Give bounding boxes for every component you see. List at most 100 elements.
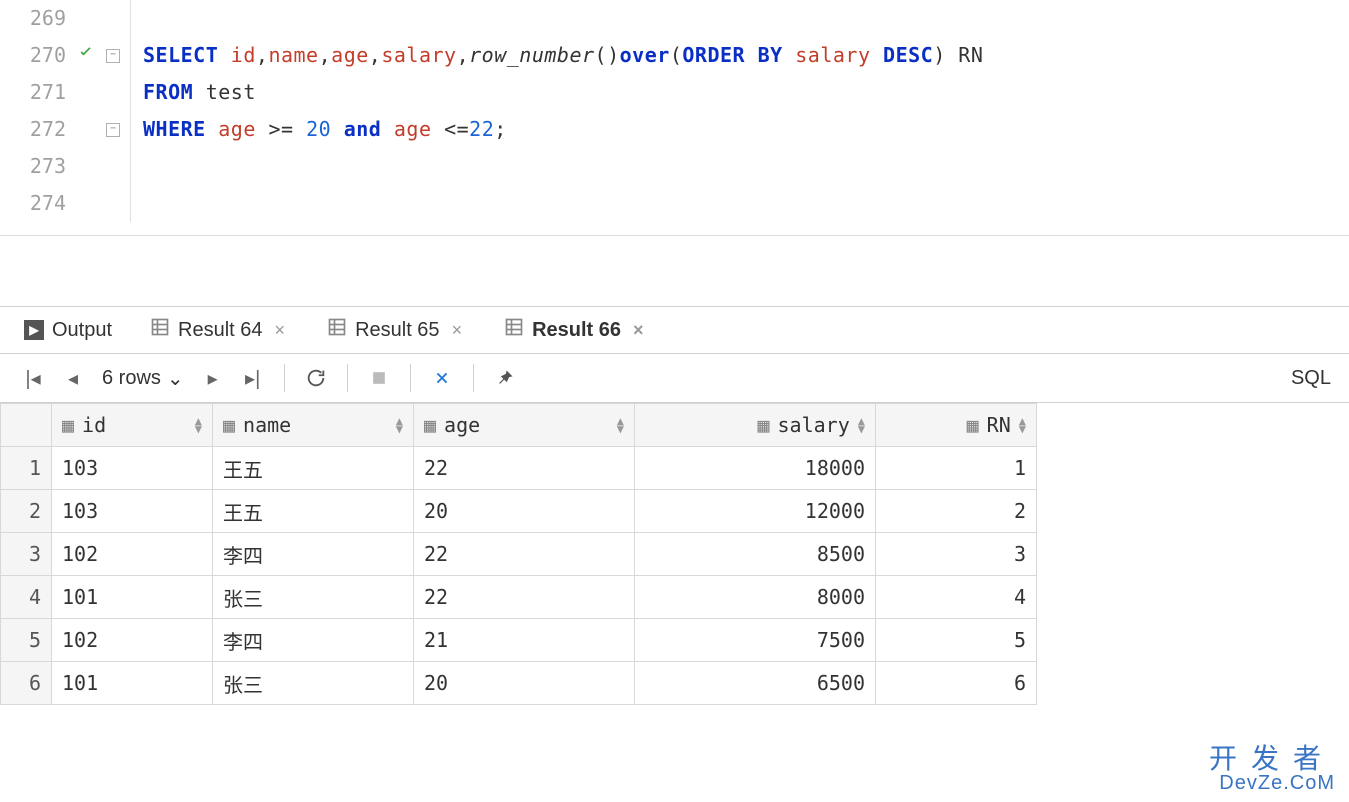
sort-icon[interactable]: ▲▼ (195, 417, 202, 433)
column-header-rn[interactable]: ▦RN ▲▼ (876, 404, 1037, 447)
cell-id[interactable]: 102 (52, 619, 213, 662)
cell-salary[interactable]: 8500 (635, 533, 876, 576)
cell-name[interactable]: 李四 (213, 533, 414, 576)
line-number: 269 (0, 0, 72, 37)
fold-gutter (100, 185, 131, 222)
column-header-id[interactable]: ▦id ▲▼ (52, 404, 213, 447)
tab-output[interactable]: ▶ Output (20, 307, 116, 353)
refresh-button[interactable] (301, 363, 331, 393)
cell-age[interactable]: 20 (414, 490, 635, 533)
cell-rn[interactable]: 6 (876, 662, 1037, 705)
fold-marker-icon[interactable]: − (106, 123, 120, 137)
cell-age[interactable]: 22 (414, 447, 635, 490)
code-content[interactable] (131, 0, 143, 37)
cell-id[interactable]: 102 (52, 533, 213, 576)
cell-id[interactable]: 101 (52, 576, 213, 619)
cell-name[interactable]: 张三 (213, 662, 414, 705)
table-row[interactable]: 3102李四2285003 (1, 533, 1037, 576)
tab-label: Output (52, 319, 112, 342)
code-line[interactable]: 273 (0, 148, 1349, 185)
status-gutter (72, 111, 100, 148)
cell-age[interactable]: 20 (414, 662, 635, 705)
code-content[interactable] (131, 185, 1349, 222)
cell-age[interactable]: 21 (414, 619, 635, 662)
cell-salary[interactable]: 18000 (635, 447, 876, 490)
cell-id[interactable]: 101 (52, 662, 213, 705)
cell-name[interactable]: 李四 (213, 619, 414, 662)
fold-gutter (100, 0, 131, 37)
sort-icon[interactable]: ▲▼ (617, 417, 624, 433)
cell-id[interactable]: 103 (52, 447, 213, 490)
grid-icon (327, 317, 347, 343)
cell-age[interactable]: 22 (414, 533, 635, 576)
pin-button[interactable] (490, 363, 520, 393)
status-gutter (72, 74, 100, 111)
tab-label: Result 64 (178, 319, 263, 342)
line-number: 270 (0, 37, 72, 74)
column-icon: ▦ (757, 413, 769, 437)
code-line[interactable]: 274 (0, 185, 1349, 222)
stop-button[interactable] (364, 363, 394, 393)
splitter[interactable] (0, 235, 1349, 306)
sort-icon[interactable]: ▲▼ (1019, 417, 1026, 433)
sql-indicator: SQL (1291, 367, 1331, 390)
code-line[interactable]: 269 (0, 0, 1349, 37)
fold-gutter (100, 148, 131, 185)
fold-gutter[interactable]: − (100, 111, 131, 148)
compare-button[interactable] (427, 363, 457, 393)
close-icon[interactable]: × (448, 320, 467, 341)
column-header-age[interactable]: ▦age ▲▼ (414, 404, 635, 447)
separator (284, 364, 285, 392)
cell-rn[interactable]: 3 (876, 533, 1037, 576)
cell-rn[interactable]: 4 (876, 576, 1037, 619)
column-header-salary[interactable]: ▦salary ▲▼ (635, 404, 876, 447)
cell-rn[interactable]: 5 (876, 619, 1037, 662)
result-tabs: ▶ Output Result 64 × Result 65 × Result … (0, 307, 1349, 354)
rows-dropdown[interactable]: 6 rows ⌄ (98, 366, 188, 391)
close-icon[interactable]: × (629, 320, 648, 341)
cell-salary[interactable]: 12000 (635, 490, 876, 533)
first-page-button[interactable]: |◂ (18, 363, 48, 393)
tab-result-65[interactable]: Result 65 × (323, 307, 470, 353)
status-gutter (72, 185, 100, 222)
cell-salary[interactable]: 6500 (635, 662, 876, 705)
tab-result-64[interactable]: Result 64 × (146, 307, 293, 353)
row-number: 3 (1, 533, 52, 576)
cell-name[interactable]: 王五 (213, 447, 414, 490)
fold-marker-icon[interactable]: − (106, 49, 120, 63)
code-line[interactable]: 270 − SELECT id,name,age,salary,row_numb… (0, 37, 1349, 74)
cell-age[interactable]: 22 (414, 576, 635, 619)
last-page-button[interactable]: ▸| (238, 363, 268, 393)
code-content[interactable]: SELECT id,name,age,salary,row_number()ov… (131, 37, 983, 74)
cell-id[interactable]: 103 (52, 490, 213, 533)
code-line[interactable]: 271 FROM test (0, 74, 1349, 111)
code-content[interactable] (131, 148, 143, 185)
close-icon[interactable]: × (271, 320, 290, 341)
code-line[interactable]: 272 − WHERE age >= 20 and age <=22; (0, 111, 1349, 148)
watermark: 开发者 DevZe.CoM (1209, 744, 1335, 794)
fold-gutter[interactable]: − (100, 37, 131, 74)
output-icon: ▶ (24, 320, 44, 340)
code-content[interactable]: WHERE age >= 20 and age <=22; (131, 111, 507, 148)
sql-editor[interactable]: 269 270 − SELECT id,name,age,salary,row_… (0, 0, 1349, 235)
table-row[interactable]: 6101张三2065006 (1, 662, 1037, 705)
code-content[interactable]: FROM test (131, 74, 256, 111)
prev-page-button[interactable]: ◂ (58, 363, 88, 393)
cell-salary[interactable]: 8000 (635, 576, 876, 619)
cell-name[interactable]: 张三 (213, 576, 414, 619)
table-row[interactable]: 5102李四2175005 (1, 619, 1037, 662)
table-row[interactable]: 2103王五20120002 (1, 490, 1037, 533)
tab-result-66[interactable]: Result 66 × (500, 307, 651, 353)
table-row[interactable]: 1103王五22180001 (1, 447, 1037, 490)
result-grid[interactable]: ▦id ▲▼ ▦name ▲▼ ▦age ▲▼ (0, 403, 1037, 705)
cell-name[interactable]: 王五 (213, 490, 414, 533)
column-icon: ▦ (967, 413, 979, 437)
sort-icon[interactable]: ▲▼ (858, 417, 865, 433)
cell-rn[interactable]: 2 (876, 490, 1037, 533)
column-header-name[interactable]: ▦name ▲▼ (213, 404, 414, 447)
cell-salary[interactable]: 7500 (635, 619, 876, 662)
table-row[interactable]: 4101张三2280004 (1, 576, 1037, 619)
cell-rn[interactable]: 1 (876, 447, 1037, 490)
sort-icon[interactable]: ▲▼ (396, 417, 403, 433)
next-page-button[interactable]: ▸ (198, 363, 228, 393)
